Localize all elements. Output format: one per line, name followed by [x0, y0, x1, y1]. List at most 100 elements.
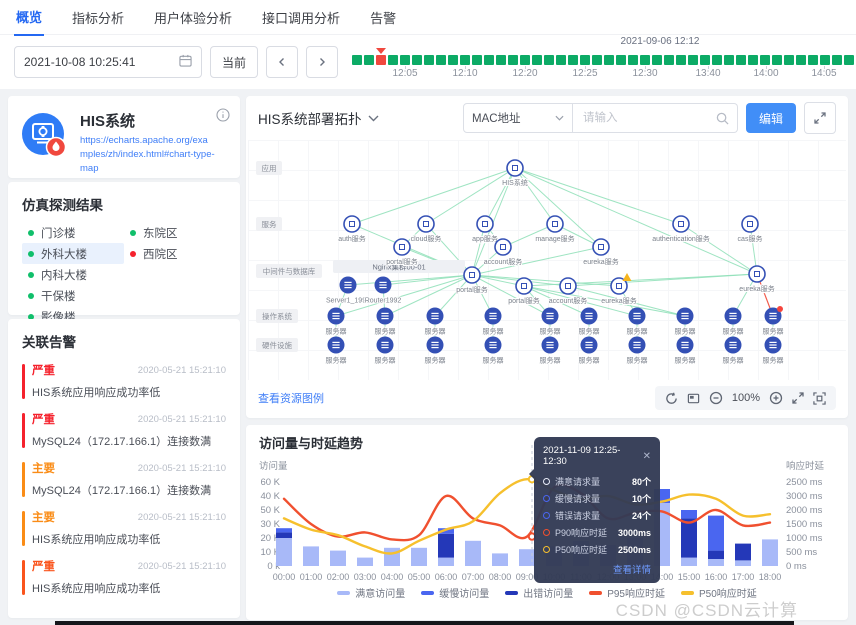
- alarm-item[interactable]: 严重 2020-05-21 15:21:10 MySQL24（172.17.166.…: [22, 411, 226, 449]
- probe-item[interactable]: 门诊楼: [22, 222, 124, 243]
- app-link[interactable]: https://echarts.apache.org/examples/zh/i…: [80, 134, 215, 176]
- timeline-segment[interactable]: [640, 55, 651, 65]
- timeline-segment[interactable]: [616, 55, 627, 65]
- timeline-segment[interactable]: [652, 55, 663, 65]
- view-detail-link[interactable]: 查看详情: [543, 562, 651, 576]
- topology-node-manage[interactable]: manage服务: [534, 215, 576, 244]
- topology-node-cloud[interactable]: cloud服务: [410, 215, 442, 244]
- bar-segment[interactable]: [384, 547, 400, 566]
- bar-segment[interactable]: [708, 550, 724, 559]
- probe-item[interactable]: 内科大楼: [22, 264, 124, 285]
- timeline-segment[interactable]: [436, 55, 447, 65]
- topology-node-portalA[interactable]: portal服务: [385, 238, 419, 267]
- topology-node-o1[interactable]: 服务器: [374, 307, 397, 337]
- timeline-segment[interactable]: [688, 55, 699, 65]
- topology-node-authn[interactable]: authentication服务: [651, 215, 711, 244]
- search-type-select[interactable]: MAC地址: [462, 103, 573, 133]
- bar-segment[interactable]: [492, 553, 508, 566]
- tab-overview[interactable]: 概览: [14, 0, 45, 36]
- topology-node-h7[interactable]: 服务器: [674, 336, 697, 366]
- current-button[interactable]: 当前: [210, 46, 259, 78]
- tab-alerts[interactable]: 告警: [368, 0, 398, 35]
- timeline-segment[interactable]: [820, 55, 831, 65]
- timeline-segment[interactable]: [448, 55, 459, 65]
- probe-item[interactable]: 西院区: [124, 243, 226, 264]
- topology-node-h6[interactable]: 服务器: [626, 336, 649, 366]
- expand-icon[interactable]: [792, 392, 804, 404]
- fullscreen-icon[interactable]: [804, 102, 836, 134]
- topology-node-o5[interactable]: 服务器: [578, 307, 601, 337]
- search-input[interactable]: [580, 111, 716, 125]
- tab-ux[interactable]: 用户体验分析: [152, 0, 234, 35]
- topology-title-dropdown[interactable]: HIS系统部署拓扑: [258, 108, 379, 128]
- edit-button[interactable]: 编辑: [745, 103, 796, 133]
- bar-segment[interactable]: [681, 510, 697, 519]
- timeline-segment[interactable]: [796, 55, 807, 65]
- timeline-segment[interactable]: [628, 55, 639, 65]
- timeline-segment[interactable]: [592, 55, 603, 65]
- timeline-segment[interactable]: [544, 55, 555, 65]
- timeline-segment[interactable]: [496, 55, 507, 65]
- topology-node-h1[interactable]: 服务器: [374, 336, 397, 366]
- bar-segment[interactable]: [735, 560, 751, 566]
- timeline-segment[interactable]: [700, 55, 711, 65]
- bar-segment[interactable]: [762, 539, 778, 566]
- timeline-segment[interactable]: [784, 55, 795, 65]
- datetime-picker[interactable]: 2021-10-08 10:25:41: [14, 46, 202, 78]
- topology-node-h3[interactable]: 服务器: [482, 336, 505, 366]
- timeline-segment[interactable]: [844, 55, 855, 65]
- legend-item[interactable]: 出错访问量: [505, 585, 573, 600]
- timeline-segment[interactable]: [400, 55, 411, 65]
- topology-node-h0[interactable]: 服务器: [325, 336, 348, 366]
- probe-item[interactable]: 干保楼: [22, 285, 124, 306]
- search-icon[interactable]: [716, 112, 729, 125]
- bar-segment[interactable]: [438, 533, 454, 558]
- topology-node-o9[interactable]: 服务器: [762, 306, 785, 337]
- timeline-segment[interactable]: [736, 55, 747, 65]
- timeline-segment[interactable]: [772, 55, 783, 65]
- timeline-segment[interactable]: [508, 55, 519, 65]
- topology-node-h4[interactable]: 服务器: [539, 336, 562, 366]
- tab-api[interactable]: 接口调用分析: [260, 0, 342, 35]
- timeline-segment[interactable]: [568, 55, 579, 65]
- bar-segment[interactable]: [708, 515, 724, 551]
- topology-node-o0[interactable]: 服务器: [325, 307, 348, 337]
- alarm-item[interactable]: 主要 2020-05-21 15:21:10 MySQL24（172.17.166.…: [22, 460, 226, 498]
- alarm-item[interactable]: 严重 2020-05-21 15:21:10 HIS系统应用响应成功率低: [22, 362, 226, 400]
- topology-node-o8[interactable]: 服务器: [722, 307, 745, 337]
- timeline-segment[interactable]: [580, 55, 591, 65]
- line-p50[interactable]: [282, 478, 772, 555]
- bar-segment[interactable]: [708, 559, 724, 566]
- bar-segment[interactable]: [303, 546, 319, 566]
- bar-segment[interactable]: [411, 547, 427, 566]
- topology-node-o6[interactable]: 服务器: [626, 307, 649, 337]
- topology-node-h2[interactable]: 服务器: [424, 336, 447, 366]
- timeline-segment[interactable]: [760, 55, 771, 65]
- timeline-segment[interactable]: [352, 55, 363, 65]
- timeline-segment[interactable]: [484, 55, 495, 65]
- timeline-segment[interactable]: [556, 55, 567, 65]
- bar-segment[interactable]: [735, 543, 751, 561]
- timeline-segment[interactable]: [412, 55, 423, 65]
- topology-node-o7[interactable]: 服务器: [674, 307, 697, 337]
- bar-segment[interactable]: [681, 518, 697, 558]
- timeline-segment[interactable]: [712, 55, 723, 65]
- timeline-segment[interactable]: [604, 55, 615, 65]
- refresh-icon[interactable]: [665, 392, 678, 405]
- timeline-segment[interactable]: [520, 55, 531, 65]
- bar-segment[interactable]: [681, 557, 697, 566]
- zoom-in-icon[interactable]: [769, 391, 783, 405]
- tab-metrics[interactable]: 指标分析: [70, 0, 126, 35]
- timeline-segment[interactable]: [724, 55, 735, 65]
- topology-node-cas[interactable]: cas服务: [737, 215, 763, 244]
- timeline-segment[interactable]: [460, 55, 471, 65]
- topology-node-o3[interactable]: 服务器: [482, 307, 505, 337]
- topology-node-h8[interactable]: 服务器: [722, 336, 745, 366]
- close-icon[interactable]: ✕: [643, 451, 651, 462]
- probe-item[interactable]: 东院区: [124, 222, 226, 243]
- bar-segment[interactable]: [276, 532, 292, 538]
- resource-legend-link[interactable]: 查看资源图例: [258, 390, 324, 406]
- timeline-segment[interactable]: [676, 55, 687, 65]
- topology-node-eurekaA[interactable]: eureka服务: [582, 238, 620, 267]
- bar-segment[interactable]: [276, 538, 292, 566]
